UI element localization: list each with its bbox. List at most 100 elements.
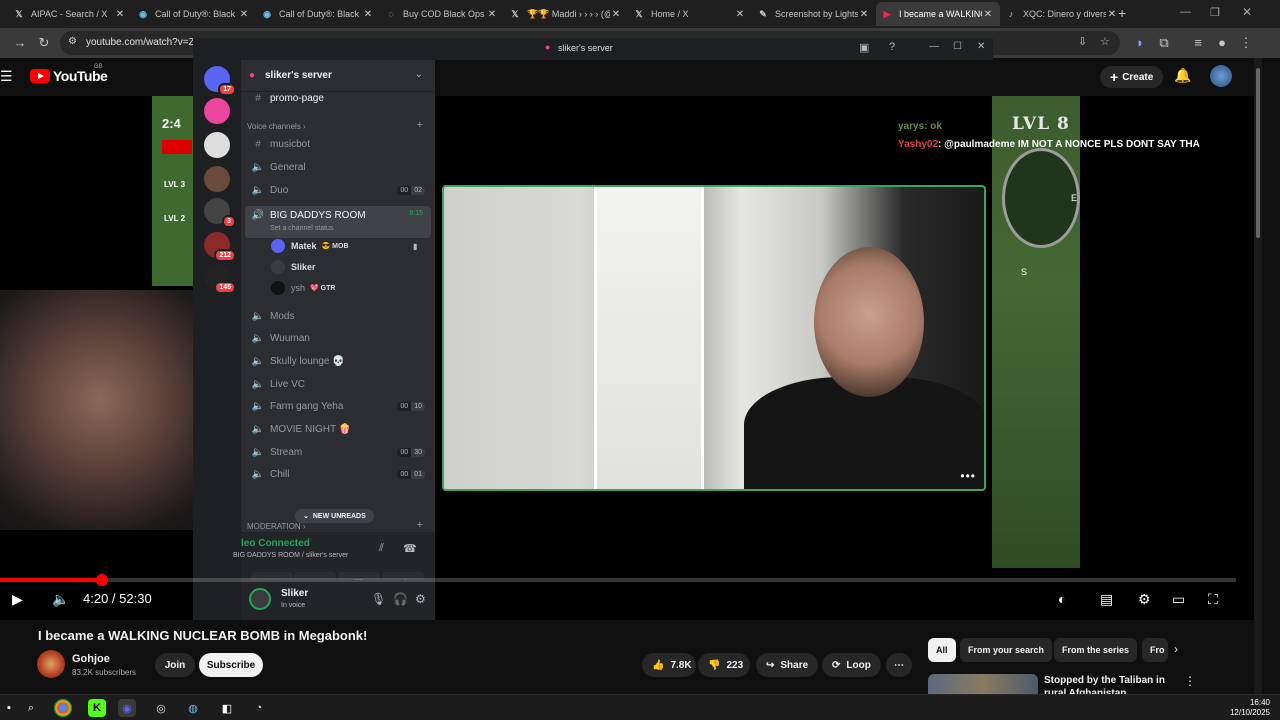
browser-tab[interactable]: ◉Call of Duty®: Black Ops✕ xyxy=(132,2,256,26)
more-options-icon[interactable]: ⋮ xyxy=(1184,674,1196,688)
minimize-icon[interactable]: — xyxy=(929,41,939,52)
chrome-icon[interactable] xyxy=(54,699,72,717)
microphone-icon[interactable]: 🎙 xyxy=(371,592,386,606)
voice-user[interactable]: Sliker xyxy=(271,257,316,277)
rtc-location[interactable]: BIG DADDYS ROOM / sliker's server xyxy=(233,552,348,559)
channel-item[interactable]: 🔈 Wuuman xyxy=(245,329,431,349)
channel-promo-page[interactable]: # promo-page xyxy=(245,88,431,108)
volume-icon[interactable]: 🔈 xyxy=(52,591,69,608)
filter-chip[interactable]: From your search xyxy=(960,638,1053,662)
settings-gear-icon[interactable]: ⚙ xyxy=(415,592,426,606)
close-tab-icon[interactable]: ✕ xyxy=(1106,9,1118,20)
close-tab-icon[interactable]: ✕ xyxy=(734,9,746,20)
more-actions-icon[interactable]: ⋯ xyxy=(886,653,912,677)
headphones-icon[interactable]: 🎧 xyxy=(393,592,408,606)
subscribe-button[interactable]: Subscribe xyxy=(199,653,263,677)
browser-tab[interactable]: ◉Call of Duty®: Black Ops✕ xyxy=(256,2,380,26)
close-icon[interactable]: ✕ xyxy=(977,41,985,52)
server-icon[interactable]: 145 xyxy=(204,264,236,294)
direct-messages-icon[interactable]: 17 xyxy=(204,66,236,96)
notifications-bell-icon[interactable]: 🔔 xyxy=(1174,67,1191,84)
loop-button[interactable]: ⟳ Loop xyxy=(822,653,881,677)
channel-big-daddys-room[interactable]: 🔊 BIG DADDYS ROOM 9:15 Set a channel sta… xyxy=(245,206,431,238)
close-tab-icon[interactable]: ✕ xyxy=(486,9,498,20)
disconnect-icon[interactable]: ☎ xyxy=(403,542,417,555)
browser-tab[interactable]: ◌ Buy COD Black Ops 2 ✕ xyxy=(380,2,504,26)
discord-icon[interactable]: ◉ xyxy=(118,699,136,717)
recommended-thumbnail[interactable] xyxy=(928,674,1038,694)
scrollbar-thumb[interactable] xyxy=(1256,68,1260,238)
close-tab-icon[interactable]: ✕ xyxy=(362,9,374,20)
channel-name[interactable]: Gohjoe xyxy=(72,653,110,665)
play-icon[interactable]: ▶ xyxy=(12,591,23,608)
channel-item[interactable]: 🔈 Farm gang Yeha 00 10 xyxy=(245,397,431,417)
dislike-button[interactable]: 👎 223 xyxy=(698,653,750,677)
browser-tab[interactable]: 𝕏 AIPAC - Search / X ✕ xyxy=(8,2,132,26)
close-tab-icon[interactable]: ✕ xyxy=(114,9,126,20)
maximize-icon[interactable]: ❐ xyxy=(1210,6,1220,19)
channel-item[interactable]: 🔈 MOVIE NIGHT 🍿 xyxy=(245,420,431,440)
extension-icon[interactable]: ◗ xyxy=(1132,35,1148,50)
voice-user[interactable]: ysh 💖 GTR xyxy=(271,278,335,298)
start-icon[interactable]: ▪ xyxy=(0,699,18,717)
category-moderation[interactable]: MODERATION › xyxy=(247,522,306,531)
site-info-icon[interactable]: ⚙ xyxy=(68,36,77,47)
filter-chip[interactable]: From the series xyxy=(1054,638,1138,662)
noise-suppression-icon[interactable]: ⫽ xyxy=(379,542,384,555)
channel-item[interactable]: 🔈 General xyxy=(245,157,431,177)
media-control-icon[interactable]: ≡ xyxy=(1190,35,1206,50)
channel-item[interactable]: 🔈 Duo 00 02 xyxy=(245,180,431,200)
theater-mode-icon[interactable]: ▭ xyxy=(1172,591,1185,608)
help-icon[interactable]: ? xyxy=(889,41,895,53)
category-voice-channels[interactable]: Voice channels › xyxy=(247,122,306,131)
video-progress-bar[interactable] xyxy=(0,574,1236,586)
minimize-icon[interactable]: — xyxy=(1180,6,1191,18)
server-icon[interactable]: 212 xyxy=(204,232,236,262)
kick-icon[interactable]: K xyxy=(88,699,106,717)
close-tab-icon[interactable]: ✕ xyxy=(858,9,870,20)
channel-item[interactable]: 🔈 Live VC xyxy=(245,374,431,394)
join-button[interactable]: Join xyxy=(155,653,195,677)
filter-chip[interactable]: Fro xyxy=(1142,638,1168,662)
fullscreen-icon[interactable]: ⛶ xyxy=(1208,591,1218,608)
server-icon[interactable]: 3 xyxy=(204,198,236,228)
channel-item[interactable]: 🔈 Stream 00 30 xyxy=(245,442,431,462)
chevron-right-icon[interactable]: › xyxy=(1174,642,1178,656)
channel-item[interactable]: 🔈 Skully lounge 💀 xyxy=(245,351,431,371)
close-window-icon[interactable]: ✕ xyxy=(1242,5,1252,19)
app-icon[interactable]: ◔ xyxy=(250,699,268,717)
browser-tab[interactable]: 𝕏 Home / X ✕ xyxy=(628,2,752,26)
like-button[interactable]: 👍 7.8K xyxy=(642,653,696,677)
account-avatar[interactable] xyxy=(1210,65,1232,87)
channel-status[interactable]: Set a channel status xyxy=(270,225,333,232)
close-tab-icon[interactable]: ✕ xyxy=(610,9,622,20)
server-icon[interactable] xyxy=(204,166,230,192)
search-icon[interactable]: ⌕ xyxy=(22,699,40,717)
steam-icon[interactable]: ◍ xyxy=(184,699,202,717)
subtitles-icon[interactable]: ▤ xyxy=(1100,591,1113,608)
new-tab-button[interactable]: + xyxy=(1118,5,1126,21)
channel-item[interactable]: # musicbot xyxy=(245,134,431,154)
browser-tab[interactable]: ▶ I became a WALKING ✕ xyxy=(876,2,1000,26)
maximize-icon[interactable]: ☐ xyxy=(953,41,962,52)
avatar[interactable] xyxy=(249,588,271,610)
share-button[interactable]: ↪ Share xyxy=(756,653,819,677)
reload-icon[interactable]: ↻ xyxy=(36,35,52,51)
add-channel-icon[interactable]: + xyxy=(417,119,423,131)
profile-avatar[interactable]: ● xyxy=(1214,35,1230,50)
recommended-title[interactable]: Stopped by the Taliban in rural Afghanis… xyxy=(1044,674,1184,694)
browser-tab[interactable]: ✎Screenshot by Lightshot✕ xyxy=(752,2,876,26)
more-menu-icon[interactable]: ⋮ xyxy=(1238,35,1254,51)
hamburger-menu-icon[interactable]: ☰ xyxy=(0,68,13,85)
autoplay-toggle[interactable]: ◐ xyxy=(1058,591,1066,607)
server-icon[interactable] xyxy=(204,98,230,124)
install-app-icon[interactable]: ⇩ xyxy=(1078,35,1087,48)
new-unreads-pill[interactable]: ⌄ NEW UNREADS xyxy=(295,509,374,523)
voice-user[interactable]: Matek 😎 MOB ▮ xyxy=(271,236,417,256)
close-tab-icon[interactable]: ✕ xyxy=(238,9,250,20)
create-button[interactable]: + Create xyxy=(1100,66,1164,88)
channel-item[interactable]: 🔈 Mods xyxy=(245,306,431,326)
server-icon[interactable] xyxy=(204,132,230,158)
scrubber-knob[interactable] xyxy=(95,574,108,586)
settings-gear-icon[interactable]: ⚙ xyxy=(1138,591,1151,608)
